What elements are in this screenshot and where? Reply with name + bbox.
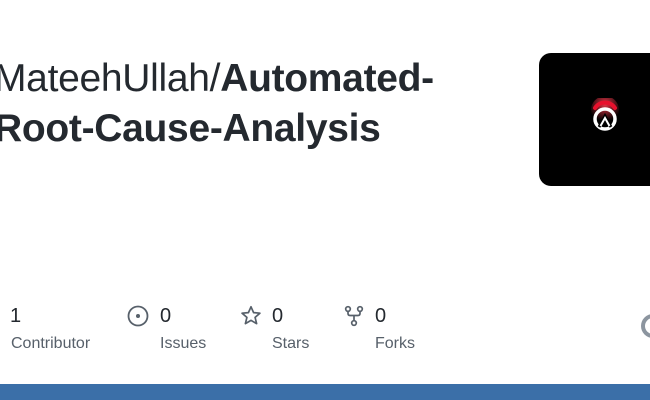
forks-count: 0: [375, 305, 387, 327]
issue-circle-icon: [127, 305, 149, 332]
repo-name-line2[interactable]: Root-Cause-Analysis: [0, 107, 381, 150]
repo-title[interactable]: MateehUllah/Automated- Root-Cause-Analysi…: [0, 54, 504, 154]
repo-owner[interactable]: MateehUllah/: [0, 57, 221, 100]
issues-count: 0: [160, 305, 172, 327]
issues-label: Issues: [160, 335, 207, 352]
stars-count: 0: [272, 305, 284, 327]
fork-icon: [343, 305, 365, 332]
language-bar: [0, 384, 650, 400]
contributors-count: 1: [10, 305, 22, 327]
star-icon: [240, 305, 262, 332]
owner-avatar[interactable]: [539, 53, 650, 186]
repo-name-line1[interactable]: Automated-: [220, 57, 434, 100]
stars-label: Stars: [272, 335, 310, 352]
repo-card: MateehUllah/Automated- Root-Cause-Analysi…: [0, 0, 650, 400]
contributors-label: Contributor: [11, 335, 91, 352]
overwatch-logo-icon: [591, 98, 619, 131]
forks-label: Forks: [375, 335, 415, 352]
github-logo-icon: [640, 312, 650, 347]
